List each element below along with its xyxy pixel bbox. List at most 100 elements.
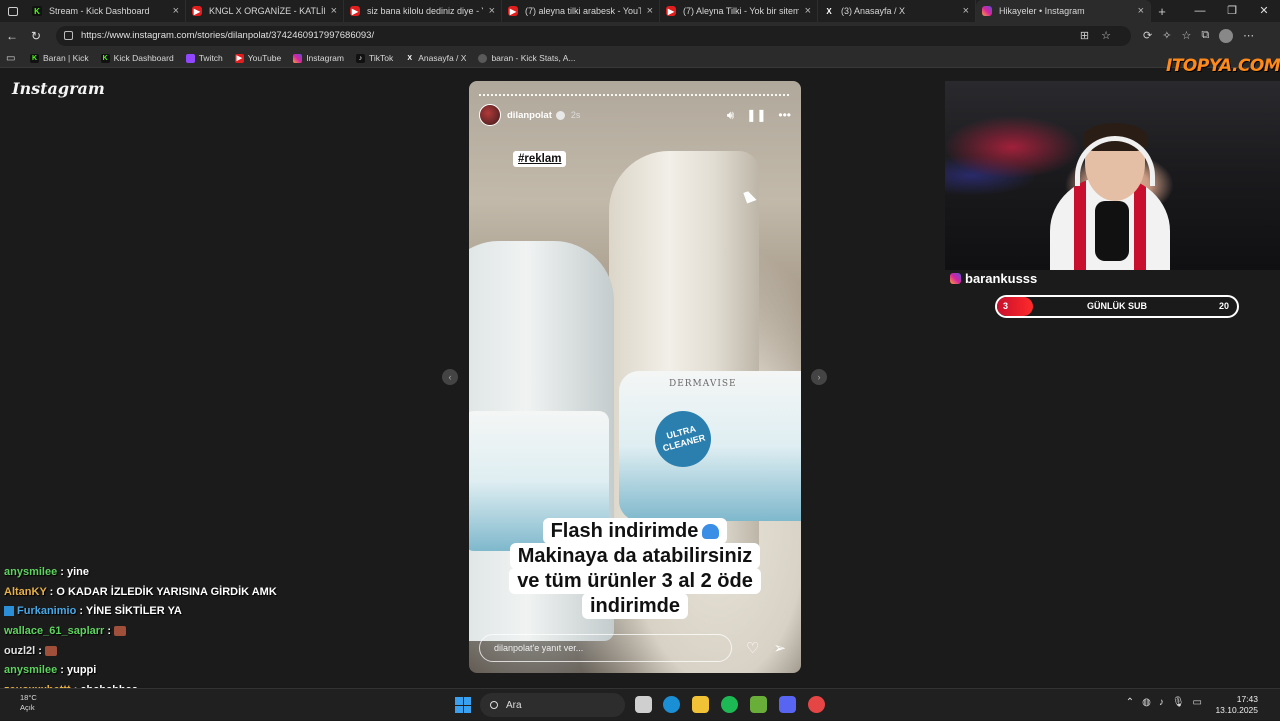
new-tab-button[interactable]: + xyxy=(1151,4,1173,19)
kick-icon: K xyxy=(32,6,42,16)
caption-line: Makinaya da atabilirsiniz xyxy=(509,543,761,569)
close-window-icon[interactable]: ✕ xyxy=(1248,0,1280,22)
bookmark-item[interactable]: Twitch xyxy=(185,53,223,63)
story-viewer[interactable]: DERMAVISE ULTRA CLEANER dilanpolat 2s 🔊︎… xyxy=(469,81,801,673)
start-icon[interactable] xyxy=(455,697,471,713)
bookmark-label: baran - Kick Stats, A... xyxy=(491,53,576,63)
tab[interactable]: X (3) Anasayfa / X × xyxy=(818,0,976,22)
chat-separator: : xyxy=(35,644,45,657)
tab[interactable]: ▶ siz bana kilolu dediniz diye - You × xyxy=(344,0,502,22)
edge-icon[interactable] xyxy=(663,696,680,713)
reply-input[interactable]: dilanpolat'e yanıt ver... xyxy=(479,634,732,662)
bookmark-item[interactable]: ♪ TikTok xyxy=(355,53,393,63)
chat-username[interactable]: ouzl2l xyxy=(4,645,35,657)
task-view-icon[interactable] xyxy=(635,696,652,713)
bookmark-item[interactable]: ▶ YouTube xyxy=(234,53,281,63)
chat-message: AltanKY : O KADAR İZLEDİK YARISINA GİRDİ… xyxy=(4,583,434,603)
story-progress-bar xyxy=(479,94,791,96)
back-icon[interactable]: ← xyxy=(0,29,24,43)
close-tab-icon[interactable]: × xyxy=(173,5,179,17)
taskbar-search[interactable]: Ara xyxy=(480,693,625,717)
bookmark-item[interactable]: K Kick Dashboard xyxy=(100,53,174,63)
search-icon xyxy=(490,701,498,709)
chat-username[interactable]: anysmilee xyxy=(4,664,57,676)
volume-icon[interactable]: ♪ xyxy=(1159,697,1172,708)
chat-username[interactable]: AltanKY xyxy=(4,586,47,598)
previous-story-icon[interactable]: ‹ xyxy=(442,369,458,385)
close-tab-icon[interactable]: × xyxy=(805,5,811,17)
weather-widget[interactable]: 18°C Açık xyxy=(20,693,37,713)
favorite-star-icon[interactable]: ☆ xyxy=(1101,30,1123,42)
display-icon[interactable]: ▭ xyxy=(1193,697,1210,708)
bookmark-item[interactable]: Instagram xyxy=(293,53,344,63)
extensions-icon[interactable]: ⟳ xyxy=(1143,29,1152,42)
tab[interactable]: ▶ (7) aleyna tilki arabesk - YouTube × xyxy=(502,0,660,22)
bookmark-item[interactable]: K Baran | Kick xyxy=(30,53,89,63)
volume-icon[interactable]: 🔊︎ xyxy=(727,108,735,123)
favorites-icon[interactable]: ☆ xyxy=(1181,29,1191,42)
network-icon[interactable]: ◍ xyxy=(1142,697,1159,708)
tab[interactable]: ▶ (7) Aleyna Tilki - Yok bir sitemim × xyxy=(660,0,818,22)
url-field[interactable]: https://www.instagram.com/stories/dilanp… xyxy=(56,25,1131,46)
bookmark-item[interactable]: baran - Kick Stats, A... xyxy=(478,53,576,63)
streamer-instagram-handle: barankusss xyxy=(950,271,1037,286)
tab[interactable]: ▶ KNGL X ORGANİZE - KATLİHAV 4 × xyxy=(186,0,344,22)
instagram-icon xyxy=(950,273,961,284)
close-tab-icon[interactable]: × xyxy=(331,5,337,17)
bookmarks-menu-icon[interactable]: ▭ xyxy=(6,53,20,64)
bookmark-label: Instagram xyxy=(306,53,344,63)
story-controls: 🔊︎ ❚❚ ••• xyxy=(727,108,791,123)
collections-icon[interactable]: ⧉ xyxy=(1201,29,1209,42)
clock[interactable]: 17:43 13.10.2025 xyxy=(1215,694,1258,716)
site-info-icon[interactable] xyxy=(64,31,73,40)
discord-icon[interactable] xyxy=(779,696,796,713)
generic-icon xyxy=(478,53,488,63)
tab-title: Hikayeler • Instagram xyxy=(999,6,1085,16)
mic-icon[interactable]: 🎙︎ xyxy=(1172,697,1193,708)
webcam-feed xyxy=(945,81,1280,270)
chat-text: O KADAR İZLEDİK YARISINA GİRDİK AMK xyxy=(56,585,277,598)
settings-menu-icon[interactable]: ⋯ xyxy=(1243,29,1254,42)
app-icon[interactable]: ⊞ xyxy=(1080,30,1101,42)
tiktok-icon: ♪ xyxy=(355,53,365,63)
next-story-icon[interactable]: › xyxy=(811,369,827,385)
window-menu-icon[interactable] xyxy=(0,0,26,22)
reload-icon[interactable]: ↻ xyxy=(24,29,48,43)
story-avatar[interactable] xyxy=(479,104,501,126)
file-explorer-icon[interactable] xyxy=(692,696,709,713)
like-heart-icon[interactable]: ♡ xyxy=(746,639,759,657)
close-tab-icon[interactable]: × xyxy=(489,5,495,17)
tab[interactable]: Hikayeler • Instagram × xyxy=(976,0,1151,22)
bookmark-label: Anasayfa / X xyxy=(418,53,467,63)
hashtag-sticker[interactable]: #reklam xyxy=(513,151,567,167)
app-icon[interactable] xyxy=(808,696,825,713)
profile-avatar[interactable] xyxy=(1219,28,1234,43)
share-send-icon[interactable]: ➢ xyxy=(773,639,786,657)
weather-desc: Açık xyxy=(20,703,35,712)
blue-heart-icon xyxy=(702,524,720,540)
bookmark-label: Kick Dashboard xyxy=(113,53,174,63)
tab[interactable]: K Stream - Kick Dashboard × xyxy=(26,0,186,22)
split-screen-icon[interactable]: ✧ xyxy=(1162,29,1171,42)
close-tab-icon[interactable]: × xyxy=(1138,5,1144,17)
pause-icon[interactable]: ❚❚ xyxy=(746,108,766,122)
bookmark-label: Baran | Kick xyxy=(43,53,89,63)
restore-icon[interactable]: ❐ xyxy=(1216,0,1248,22)
emote-icon xyxy=(44,645,57,656)
chat-separator: : xyxy=(57,566,67,578)
tray-expand-icon[interactable]: ⌃ xyxy=(1126,697,1142,708)
story-caption: Flash indirimde Makinaya da atabilirsini… xyxy=(481,518,789,619)
bookmark-item[interactable]: X Anasayfa / X xyxy=(405,53,466,63)
close-tab-icon[interactable]: × xyxy=(647,5,653,17)
chat-username[interactable]: wallace_61_saplarr xyxy=(4,625,104,637)
chat-username[interactable]: Furkanimio xyxy=(17,605,76,617)
app-icon[interactable] xyxy=(750,696,767,713)
minimize-icon[interactable]: — xyxy=(1184,0,1216,22)
spotify-icon[interactable] xyxy=(721,696,738,713)
chat-username[interactable]: anysmilee xyxy=(4,566,57,578)
instagram-logo[interactable]: Instagram xyxy=(12,79,105,98)
youtube-icon: ▶ xyxy=(508,6,518,16)
close-tab-icon[interactable]: × xyxy=(963,5,969,17)
story-username[interactable]: dilanpolat xyxy=(507,110,552,121)
more-options-icon[interactable]: ••• xyxy=(778,108,791,122)
